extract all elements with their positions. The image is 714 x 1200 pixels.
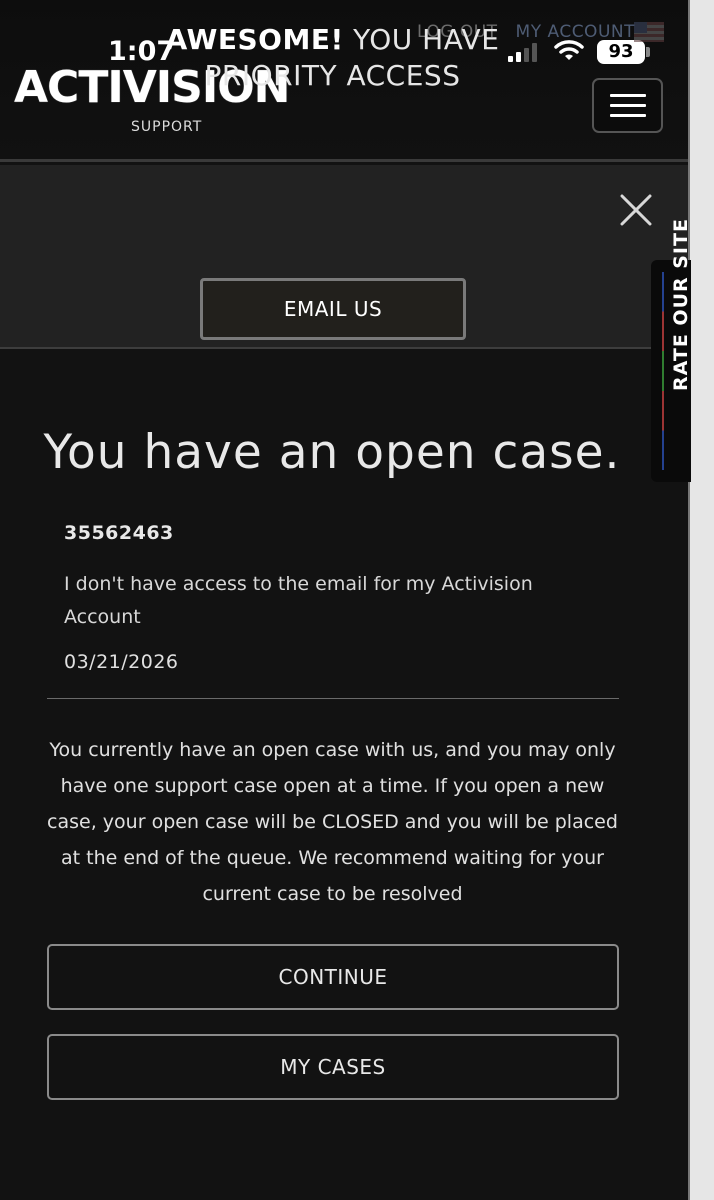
case-id: 35562463	[64, 522, 174, 544]
menu-line	[609, 114, 646, 117]
menu-line	[609, 94, 646, 97]
hamburger-menu-button[interactable]	[592, 78, 663, 133]
priority-banner-title: AWESOME! YOU HAVE PRIORITY ACCESS	[100, 22, 565, 94]
email-us-button[interactable]: EMAIL US	[200, 278, 466, 340]
divider	[47, 698, 619, 699]
case-description: I don't have access to the email for my …	[64, 573, 533, 628]
page: 1:07 93 LOG OUT MY ACCOUNT ACTIVISION SU…	[0, 0, 714, 1200]
battery-nub	[646, 47, 650, 57]
us-flag-icon[interactable]	[634, 22, 664, 42]
close-icon[interactable]	[618, 192, 654, 228]
case-date: 03/21/2026	[64, 651, 179, 673]
battery-indicator: 93	[597, 40, 645, 64]
logo-support-label: SUPPORT	[131, 119, 203, 135]
my-cases-button[interactable]: MY CASES	[47, 1034, 619, 1100]
open-case-heading: You have an open case.	[43, 425, 621, 480]
window-edge-line	[688, 0, 690, 1200]
window-edge	[688, 0, 714, 1200]
open-case-notice: You currently have an open case with us,…	[47, 739, 618, 905]
priority-banner-title-bold: AWESOME!	[165, 23, 344, 56]
continue-button[interactable]: CONTINUE	[47, 944, 619, 1010]
menu-line	[609, 104, 646, 107]
rate-our-site-label: RATE OUR SITE	[670, 218, 692, 391]
